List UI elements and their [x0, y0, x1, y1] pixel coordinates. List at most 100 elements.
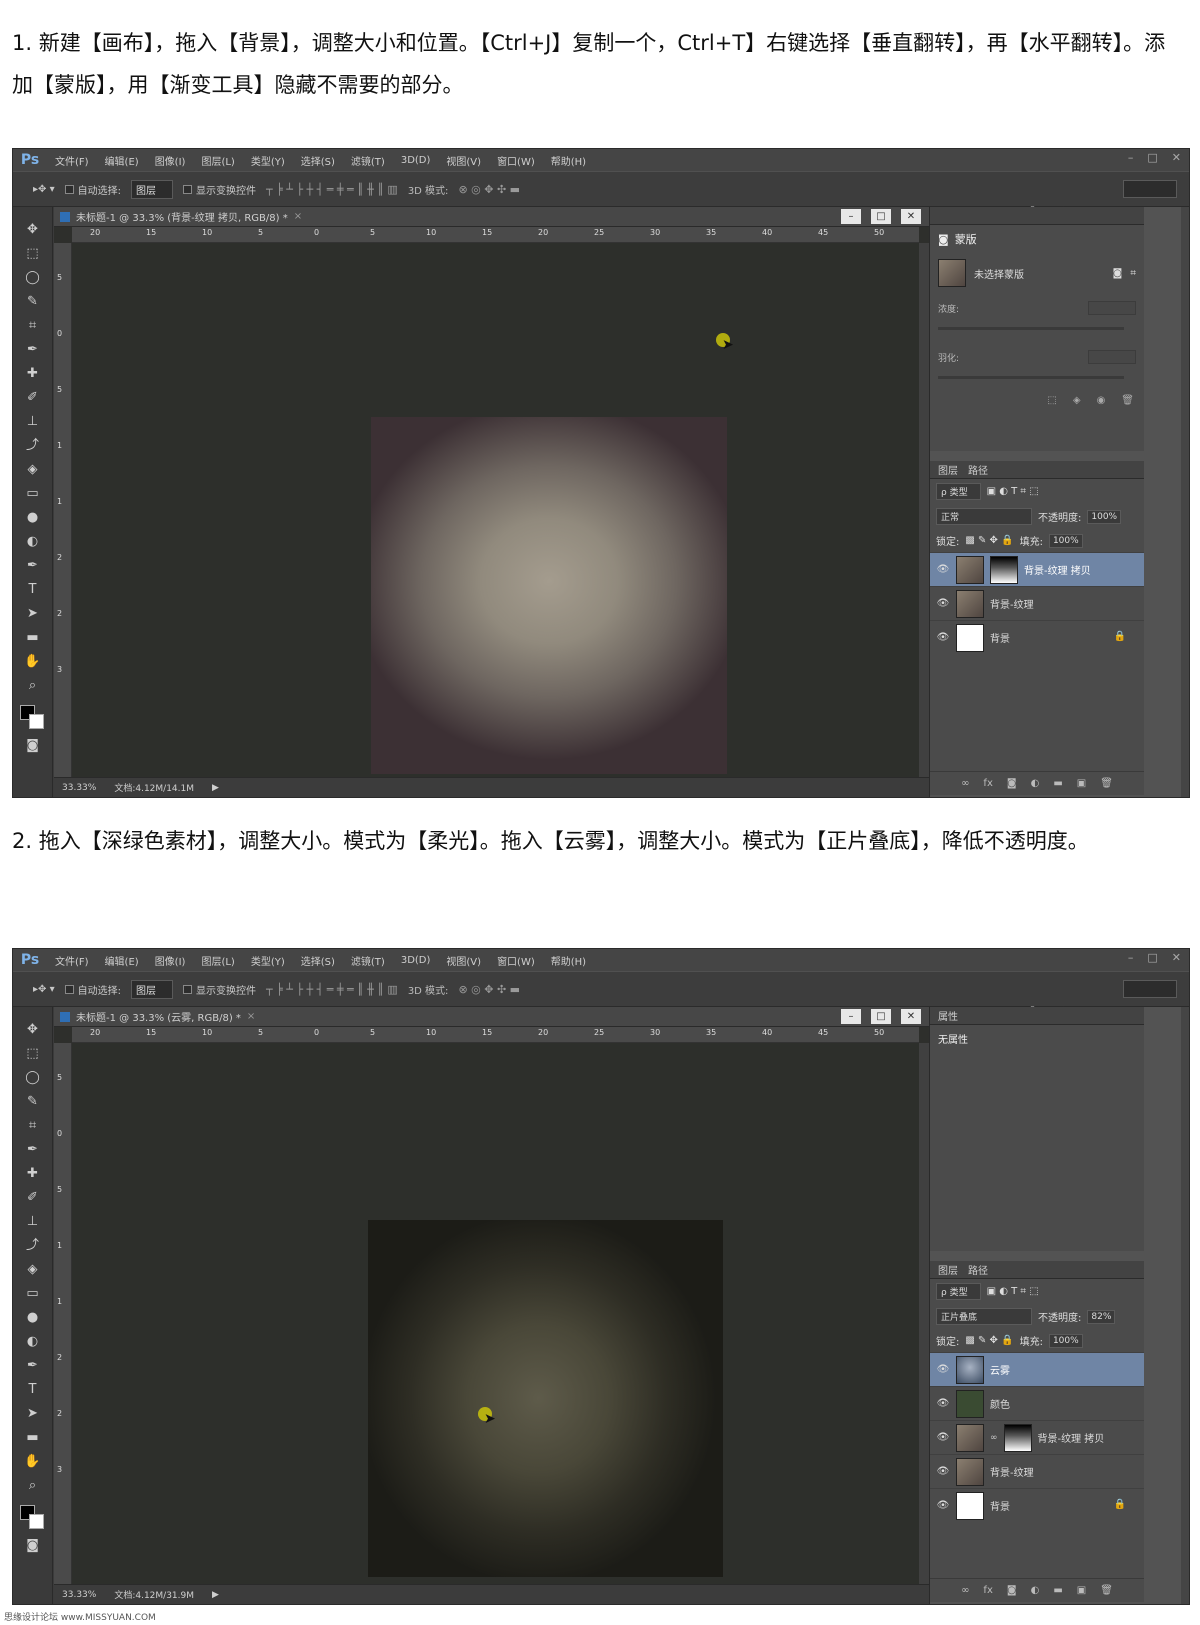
- quick-mask-icon[interactable]: ◙: [22, 737, 44, 755]
- close-tab-icon[interactable]: ×: [247, 1011, 255, 1022]
- rectangle-tool-icon[interactable]: ▬: [22, 629, 44, 647]
- color-swatches[interactable]: [19, 1505, 46, 1531]
- density-slider[interactable]: [938, 327, 1124, 330]
- doc-maximize-icon[interactable]: □: [871, 1009, 891, 1024]
- hand-tool-icon[interactable]: ✋: [22, 653, 44, 671]
- auto-select-dropdown[interactable]: 图层: [130, 979, 173, 999]
- adjustment-layer-icon[interactable]: ◐: [1031, 778, 1040, 789]
- move-tool-icon[interactable]: ✥: [22, 221, 44, 239]
- panel-collapse-strip[interactable]: [1181, 207, 1189, 797]
- path-select-tool-icon[interactable]: ➤: [22, 605, 44, 623]
- crop-tool-icon[interactable]: ⌗: [22, 317, 44, 335]
- menu-layer[interactable]: 图层(L): [193, 153, 242, 168]
- doc-size[interactable]: 文档:4.12M/14.1M: [114, 781, 194, 794]
- gradient-tool-icon[interactable]: ▭: [22, 1285, 44, 1303]
- move-tool-icon[interactable]: ✥: [22, 1021, 44, 1039]
- zoom-tool-icon[interactable]: ⌕: [22, 1477, 44, 1495]
- status-arrow-icon[interactable]: ▶: [212, 1590, 219, 1600]
- menu-file[interactable]: 文件(F): [47, 153, 97, 168]
- maximize-icon[interactable]: □: [1147, 951, 1157, 964]
- feather-input[interactable]: [1088, 350, 1136, 364]
- tab-paths[interactable]: 路径: [968, 462, 988, 477]
- doc-close-icon[interactable]: ✕: [901, 209, 921, 224]
- close-icon[interactable]: ✕: [1172, 151, 1181, 164]
- link-layers-icon[interactable]: ∞: [961, 778, 969, 789]
- type-tool-icon[interactable]: T: [22, 581, 44, 599]
- eye-icon[interactable]: 👁: [936, 1398, 950, 1409]
- brush-tool-icon[interactable]: ✐: [22, 1189, 44, 1207]
- quick-mask-icon[interactable]: ◙: [22, 1537, 44, 1555]
- show-transform-option[interactable]: 显示变换控件: [182, 982, 256, 997]
- layer-row[interactable]: 👁 ∞ 背景-纹理 拷贝: [930, 1420, 1144, 1454]
- fill-input[interactable]: 100%: [1048, 533, 1083, 548]
- doc-close-icon[interactable]: ✕: [901, 1009, 921, 1024]
- tab-layers[interactable]: 图层: [938, 462, 958, 477]
- auto-select-dropdown[interactable]: 图层: [130, 179, 173, 199]
- add-vector-mask-icon[interactable]: ⌗: [1130, 268, 1136, 279]
- status-arrow-icon[interactable]: ▶: [212, 783, 219, 793]
- blend-mode-dropdown[interactable]: 正片叠底: [936, 1308, 1032, 1325]
- layer-row[interactable]: 👁 背景-纹理 拷贝: [930, 552, 1144, 586]
- layer-mask-thumbnail[interactable]: [1003, 1423, 1032, 1452]
- auto-select-checkbox[interactable]: [64, 184, 74, 194]
- zoom-level[interactable]: 33.33%: [62, 1590, 96, 1600]
- fx-icon[interactable]: fx: [983, 778, 992, 789]
- eye-icon[interactable]: 👁: [936, 632, 950, 643]
- tab-layers[interactable]: 图层: [938, 1262, 958, 1277]
- menu-help[interactable]: 帮助(H): [543, 153, 594, 168]
- menu-file[interactable]: 文件(F): [47, 953, 97, 968]
- fill-input[interactable]: 100%: [1048, 1333, 1083, 1348]
- add-mask-icon[interactable]: ◙: [1007, 778, 1017, 789]
- layer-mask-thumbnail[interactable]: [990, 555, 1018, 584]
- eye-icon[interactable]: 👁: [936, 1364, 950, 1375]
- healing-brush-tool-icon[interactable]: ✚: [22, 1165, 44, 1183]
- vertical-scrollbar[interactable]: [919, 243, 929, 777]
- new-group-icon[interactable]: ▬: [1053, 778, 1062, 789]
- delete-layer-icon[interactable]: 🗑: [1100, 1585, 1113, 1596]
- clone-stamp-tool-icon[interactable]: ⊥: [22, 413, 44, 431]
- show-transform-checkbox[interactable]: [182, 984, 192, 994]
- filter-icons[interactable]: ▣ ◐ T ⌗ ⬚: [987, 1286, 1039, 1297]
- opacity-input[interactable]: 100%: [1087, 509, 1122, 524]
- doc-minimize-icon[interactable]: –: [841, 209, 861, 224]
- minimize-icon[interactable]: –: [1128, 951, 1134, 964]
- layer-row[interactable]: 👁 云雾: [930, 1352, 1144, 1386]
- menu-window[interactable]: 窗口(W): [489, 153, 543, 168]
- new-layer-icon[interactable]: ▣: [1077, 778, 1086, 789]
- maximize-icon[interactable]: □: [1147, 151, 1157, 164]
- eye-icon[interactable]: 👁: [936, 1500, 950, 1511]
- menu-image[interactable]: 图像(I): [147, 153, 194, 168]
- menu-filter[interactable]: 滤镜(T): [343, 953, 393, 968]
- apply-mask-icon[interactable]: ◈: [1073, 395, 1081, 406]
- blend-mode-dropdown[interactable]: 正常: [936, 508, 1032, 525]
- toggle-mask-icon[interactable]: ◉: [1097, 395, 1106, 406]
- crop-tool-icon[interactable]: ⌗: [22, 1117, 44, 1135]
- adjustment-layer-icon[interactable]: ◐: [1031, 1585, 1040, 1596]
- workspace-dropdown[interactable]: [1123, 980, 1177, 998]
- quick-select-tool-icon[interactable]: ✎: [22, 1093, 44, 1111]
- menu-view[interactable]: 视图(V): [438, 153, 489, 168]
- add-mask-icon[interactable]: ◙: [1007, 1585, 1017, 1596]
- menu-select[interactable]: 选择(S): [293, 153, 343, 168]
- move-tool-icon[interactable]: ▸✥ ▾: [33, 184, 55, 195]
- 3d-tools-icons[interactable]: ⊗ ◎ ✥ ✣ ▬: [458, 183, 520, 196]
- layer-row[interactable]: 👁 背景 🔒: [930, 620, 1144, 654]
- menu-3d[interactable]: 3D(D): [393, 955, 439, 966]
- menu-help[interactable]: 帮助(H): [543, 953, 594, 968]
- lock-icons[interactable]: ▩ ✎ ✥ 🔒: [965, 1335, 1013, 1346]
- doc-maximize-icon[interactable]: □: [871, 209, 891, 224]
- eraser-tool-icon[interactable]: ◈: [22, 461, 44, 479]
- eye-icon[interactable]: 👁: [936, 1466, 950, 1477]
- align-icons[interactable]: ┬ ╞ ┴ ├ ┼ ┤ ═ ╪ ═ ║ ╫ ║ ▥: [266, 983, 398, 996]
- opacity-input[interactable]: 82%: [1087, 1309, 1116, 1324]
- 3d-tools-icons[interactable]: ⊗ ◎ ✥ ✣ ▬: [458, 983, 520, 996]
- eraser-tool-icon[interactable]: ◈: [22, 1261, 44, 1279]
- workspace-dropdown[interactable]: [1123, 180, 1177, 198]
- document-tab[interactable]: 未标题-1 @ 33.3% (云雾, RGB/8) * × – □ ✕: [54, 1007, 929, 1027]
- feather-slider[interactable]: [938, 376, 1124, 379]
- add-pixel-mask-icon[interactable]: ◙: [1113, 268, 1123, 279]
- close-icon[interactable]: ✕: [1172, 951, 1181, 964]
- delete-mask-icon[interactable]: 🗑: [1121, 395, 1134, 406]
- layer-row[interactable]: 👁 背景-纹理: [930, 586, 1144, 620]
- tab-properties[interactable]: 属性: [938, 1008, 958, 1023]
